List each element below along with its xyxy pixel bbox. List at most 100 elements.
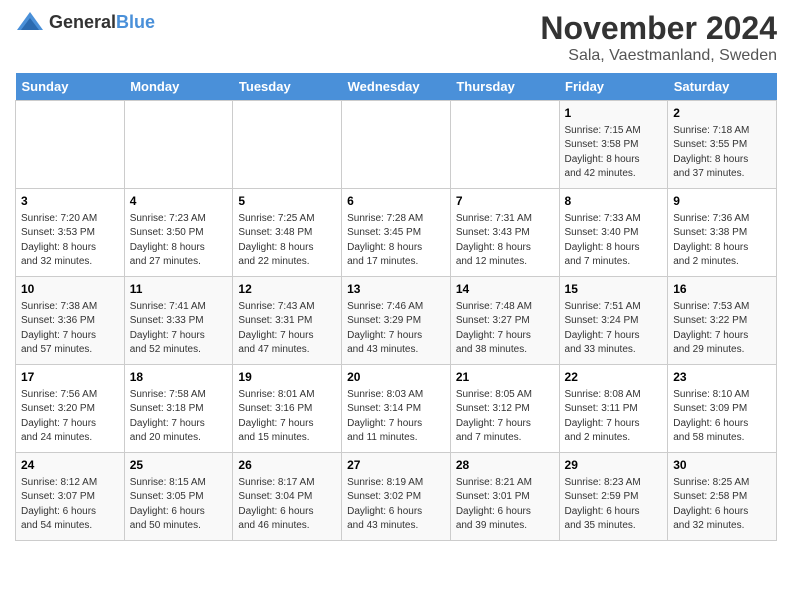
cell-w4-d4: 28 Sunrise: 8:21 AM Sunset: 3:01 PM Dayli…	[450, 453, 559, 541]
day-info-30: Sunrise: 8:25 AM Sunset: 2:58 PM Dayligh…	[673, 476, 771, 534]
day-info-25: Sunrise: 8:15 AM Sunset: 3:05 PM Dayligh…	[130, 476, 228, 534]
cell-w2-d1: 11 Sunrise: 7:41 AM Sunset: 3:33 PM Dayli…	[124, 277, 233, 365]
day-info-18: Sunrise: 7:58 AM Sunset: 3:18 PM Dayligh…	[130, 388, 228, 446]
week-row-0: 1 Sunrise: 7:15 AM Sunset: 3:58 PM Daylig…	[16, 101, 777, 189]
logo-icon	[15, 10, 45, 34]
cell-w1-d1: 4 Sunrise: 7:23 AM Sunset: 3:50 PM Daylig…	[124, 189, 233, 277]
day-number-10: 10	[21, 281, 119, 298]
cell-w0-d5: 1 Sunrise: 7:15 AM Sunset: 3:58 PM Daylig…	[559, 101, 668, 189]
day-info-14: Sunrise: 7:48 AM Sunset: 3:27 PM Dayligh…	[456, 300, 554, 358]
day-info-20: Sunrise: 8:03 AM Sunset: 3:14 PM Dayligh…	[347, 388, 445, 446]
cell-w4-d1: 25Sunrise: 8:15 AM Sunset: 3:05 PM Dayli…	[124, 453, 233, 541]
day-number-13: 13	[347, 281, 445, 298]
week-row-1: 3 Sunrise: 7:20 AM Sunset: 3:53 PM Daylig…	[16, 189, 777, 277]
day-info-26: Sunrise: 8:17 AM Sunset: 3:04 PM Dayligh…	[238, 476, 336, 534]
cell-w2-d2: 12Sunrise: 7:43 AM Sunset: 3:31 PM Dayli…	[233, 277, 342, 365]
calendar-table: Sunday Monday Tuesday Wednesday Thursday…	[15, 73, 777, 541]
day-number-21: 21	[456, 369, 554, 386]
day-number-15: 15	[565, 281, 663, 298]
cell-w2-d6: 16 Sunrise: 7:53 AM Sunset: 3:22 PM Dayli…	[668, 277, 777, 365]
day-number-14: 14	[456, 281, 554, 298]
day-number-22: 22	[565, 369, 663, 386]
cell-w4-d6: 30 Sunrise: 8:25 AM Sunset: 2:58 PM Dayli…	[668, 453, 777, 541]
col-monday: Monday	[124, 73, 233, 101]
cell-w2-d4: 14 Sunrise: 7:48 AM Sunset: 3:27 PM Dayli…	[450, 277, 559, 365]
header-row: Sunday Monday Tuesday Wednesday Thursday…	[16, 73, 777, 101]
day-info-3: Sunrise: 7:20 AM Sunset: 3:53 PM Dayligh…	[21, 212, 119, 270]
cell-w0-d4	[450, 101, 559, 189]
day-number-4: 4	[130, 193, 228, 210]
col-tuesday: Tuesday	[233, 73, 342, 101]
day-info-15: Sunrise: 7:51 AM Sunset: 3:24 PM Dayligh…	[565, 300, 663, 358]
cell-w1-d4: 7 Sunrise: 7:31 AM Sunset: 3:43 PM Daylig…	[450, 189, 559, 277]
subtitle: Sala, Vaestmanland, Sweden	[540, 47, 777, 65]
day-number-11: 11	[130, 281, 228, 298]
day-number-18: 18	[130, 369, 228, 386]
day-number-28: 28	[456, 457, 554, 474]
cell-w3-d2: 19Sunrise: 8:01 AM Sunset: 3:16 PM Dayli…	[233, 365, 342, 453]
day-info-19: Sunrise: 8:01 AM Sunset: 3:16 PM Dayligh…	[238, 388, 336, 446]
cell-w2-d5: 15 Sunrise: 7:51 AM Sunset: 3:24 PM Dayli…	[559, 277, 668, 365]
calendar-body: 1 Sunrise: 7:15 AM Sunset: 3:58 PM Daylig…	[16, 101, 777, 541]
day-number-1: 1	[565, 105, 663, 122]
header-area: GeneralBlue November 2024 Sala, Vaestman…	[15, 10, 777, 65]
cell-w4-d0: 24Sunrise: 8:12 AM Sunset: 3:07 PM Dayli…	[16, 453, 125, 541]
day-number-16: 16	[673, 281, 771, 298]
day-info-9: Sunrise: 7:36 AM Sunset: 3:38 PM Dayligh…	[673, 212, 771, 270]
day-info-4: Sunrise: 7:23 AM Sunset: 3:50 PM Dayligh…	[130, 212, 228, 270]
cell-w0-d0	[16, 101, 125, 189]
day-info-7: Sunrise: 7:31 AM Sunset: 3:43 PM Dayligh…	[456, 212, 554, 270]
cell-w3-d0: 17 Sunrise: 7:56 AM Sunset: 3:20 PM Dayli…	[16, 365, 125, 453]
day-info-11: Sunrise: 7:41 AM Sunset: 3:33 PM Dayligh…	[130, 300, 228, 358]
cell-w3-d4: 21 Sunrise: 8:05 AM Sunset: 3:12 PM Dayli…	[450, 365, 559, 453]
day-number-6: 6	[347, 193, 445, 210]
week-row-4: 24Sunrise: 8:12 AM Sunset: 3:07 PM Dayli…	[16, 453, 777, 541]
cell-w1-d0: 3 Sunrise: 7:20 AM Sunset: 3:53 PM Daylig…	[16, 189, 125, 277]
day-number-8: 8	[565, 193, 663, 210]
logo-blue: Blue	[116, 12, 155, 32]
day-info-29: Sunrise: 8:23 AM Sunset: 2:59 PM Dayligh…	[565, 476, 663, 534]
cell-w0-d2	[233, 101, 342, 189]
day-number-7: 7	[456, 193, 554, 210]
day-info-1: Sunrise: 7:15 AM Sunset: 3:58 PM Dayligh…	[565, 124, 663, 182]
cell-w3-d1: 18 Sunrise: 7:58 AM Sunset: 3:18 PM Dayli…	[124, 365, 233, 453]
day-info-27: Sunrise: 8:19 AM Sunset: 3:02 PM Dayligh…	[347, 476, 445, 534]
col-friday: Friday	[559, 73, 668, 101]
day-info-21: Sunrise: 8:05 AM Sunset: 3:12 PM Dayligh…	[456, 388, 554, 446]
day-info-22: Sunrise: 8:08 AM Sunset: 3:11 PM Dayligh…	[565, 388, 663, 446]
day-number-30: 30	[673, 457, 771, 474]
day-info-16: Sunrise: 7:53 AM Sunset: 3:22 PM Dayligh…	[673, 300, 771, 358]
title-area: November 2024 Sala, Vaestmanland, Sweden	[540, 10, 777, 65]
cell-w1-d3: 6 Sunrise: 7:28 AM Sunset: 3:45 PM Daylig…	[342, 189, 451, 277]
cell-w2-d3: 13 Sunrise: 7:46 AM Sunset: 3:29 PM Dayli…	[342, 277, 451, 365]
logo-general: General	[49, 12, 116, 32]
cell-w2-d0: 10 Sunrise: 7:38 AM Sunset: 3:36 PM Dayli…	[16, 277, 125, 365]
day-number-17: 17	[21, 369, 119, 386]
cell-w0-d3	[342, 101, 451, 189]
day-number-20: 20	[347, 369, 445, 386]
day-info-6: Sunrise: 7:28 AM Sunset: 3:45 PM Dayligh…	[347, 212, 445, 270]
day-number-23: 23	[673, 369, 771, 386]
col-sunday: Sunday	[16, 73, 125, 101]
day-number-27: 27	[347, 457, 445, 474]
day-info-13: Sunrise: 7:46 AM Sunset: 3:29 PM Dayligh…	[347, 300, 445, 358]
day-info-8: Sunrise: 7:33 AM Sunset: 3:40 PM Dayligh…	[565, 212, 663, 270]
cell-w3-d6: 23 Sunrise: 8:10 AM Sunset: 3:09 PM Dayli…	[668, 365, 777, 453]
day-number-29: 29	[565, 457, 663, 474]
day-info-12: Sunrise: 7:43 AM Sunset: 3:31 PM Dayligh…	[238, 300, 336, 358]
logo-text: GeneralBlue	[49, 12, 155, 33]
cell-w3-d5: 22 Sunrise: 8:08 AM Sunset: 3:11 PM Dayli…	[559, 365, 668, 453]
day-info-17: Sunrise: 7:56 AM Sunset: 3:20 PM Dayligh…	[21, 388, 119, 446]
day-number-3: 3	[21, 193, 119, 210]
day-info-10: Sunrise: 7:38 AM Sunset: 3:36 PM Dayligh…	[21, 300, 119, 358]
day-info-28: Sunrise: 8:21 AM Sunset: 3:01 PM Dayligh…	[456, 476, 554, 534]
cell-w1-d6: 9Sunrise: 7:36 AM Sunset: 3:38 PM Daylig…	[668, 189, 777, 277]
cell-w4-d5: 29 Sunrise: 8:23 AM Sunset: 2:59 PM Dayli…	[559, 453, 668, 541]
day-info-23: Sunrise: 8:10 AM Sunset: 3:09 PM Dayligh…	[673, 388, 771, 446]
col-wednesday: Wednesday	[342, 73, 451, 101]
cell-w3-d3: 20 Sunrise: 8:03 AM Sunset: 3:14 PM Dayli…	[342, 365, 451, 453]
cell-w4-d2: 26Sunrise: 8:17 AM Sunset: 3:04 PM Dayli…	[233, 453, 342, 541]
cell-w0-d6: 2Sunrise: 7:18 AM Sunset: 3:55 PM Daylig…	[668, 101, 777, 189]
week-row-2: 10 Sunrise: 7:38 AM Sunset: 3:36 PM Dayli…	[16, 277, 777, 365]
page-container: GeneralBlue November 2024 Sala, Vaestman…	[0, 0, 792, 551]
